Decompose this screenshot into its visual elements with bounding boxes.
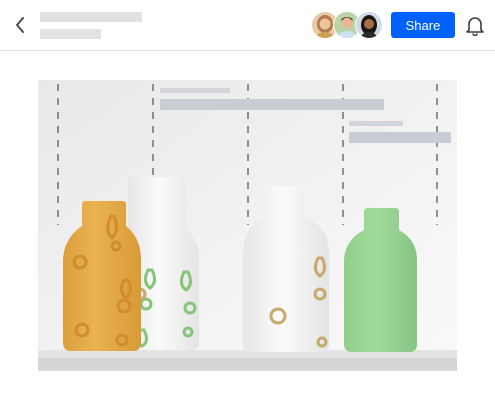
subtitle-placeholder	[40, 29, 101, 39]
chevron-left-icon	[16, 17, 24, 33]
header-divider	[0, 50, 495, 51]
shelf-edge	[38, 358, 457, 371]
collaborator-avatars	[311, 11, 383, 39]
placeholder-bar	[160, 99, 384, 110]
title-placeholder	[40, 12, 142, 22]
placeholder-bar	[349, 132, 451, 143]
share-button[interactable]: Share	[391, 12, 455, 38]
avatar-image	[356, 12, 382, 38]
back-button[interactable]	[10, 14, 30, 36]
avatar[interactable]	[355, 11, 383, 39]
notifications-button[interactable]	[464, 14, 486, 37]
placeholder-bar	[349, 121, 403, 126]
bottles-illustration	[38, 80, 457, 371]
placeholder-bar	[160, 88, 230, 93]
bell-icon	[466, 17, 484, 37]
top-bar: Share	[0, 0, 495, 50]
preview-image	[38, 80, 457, 371]
